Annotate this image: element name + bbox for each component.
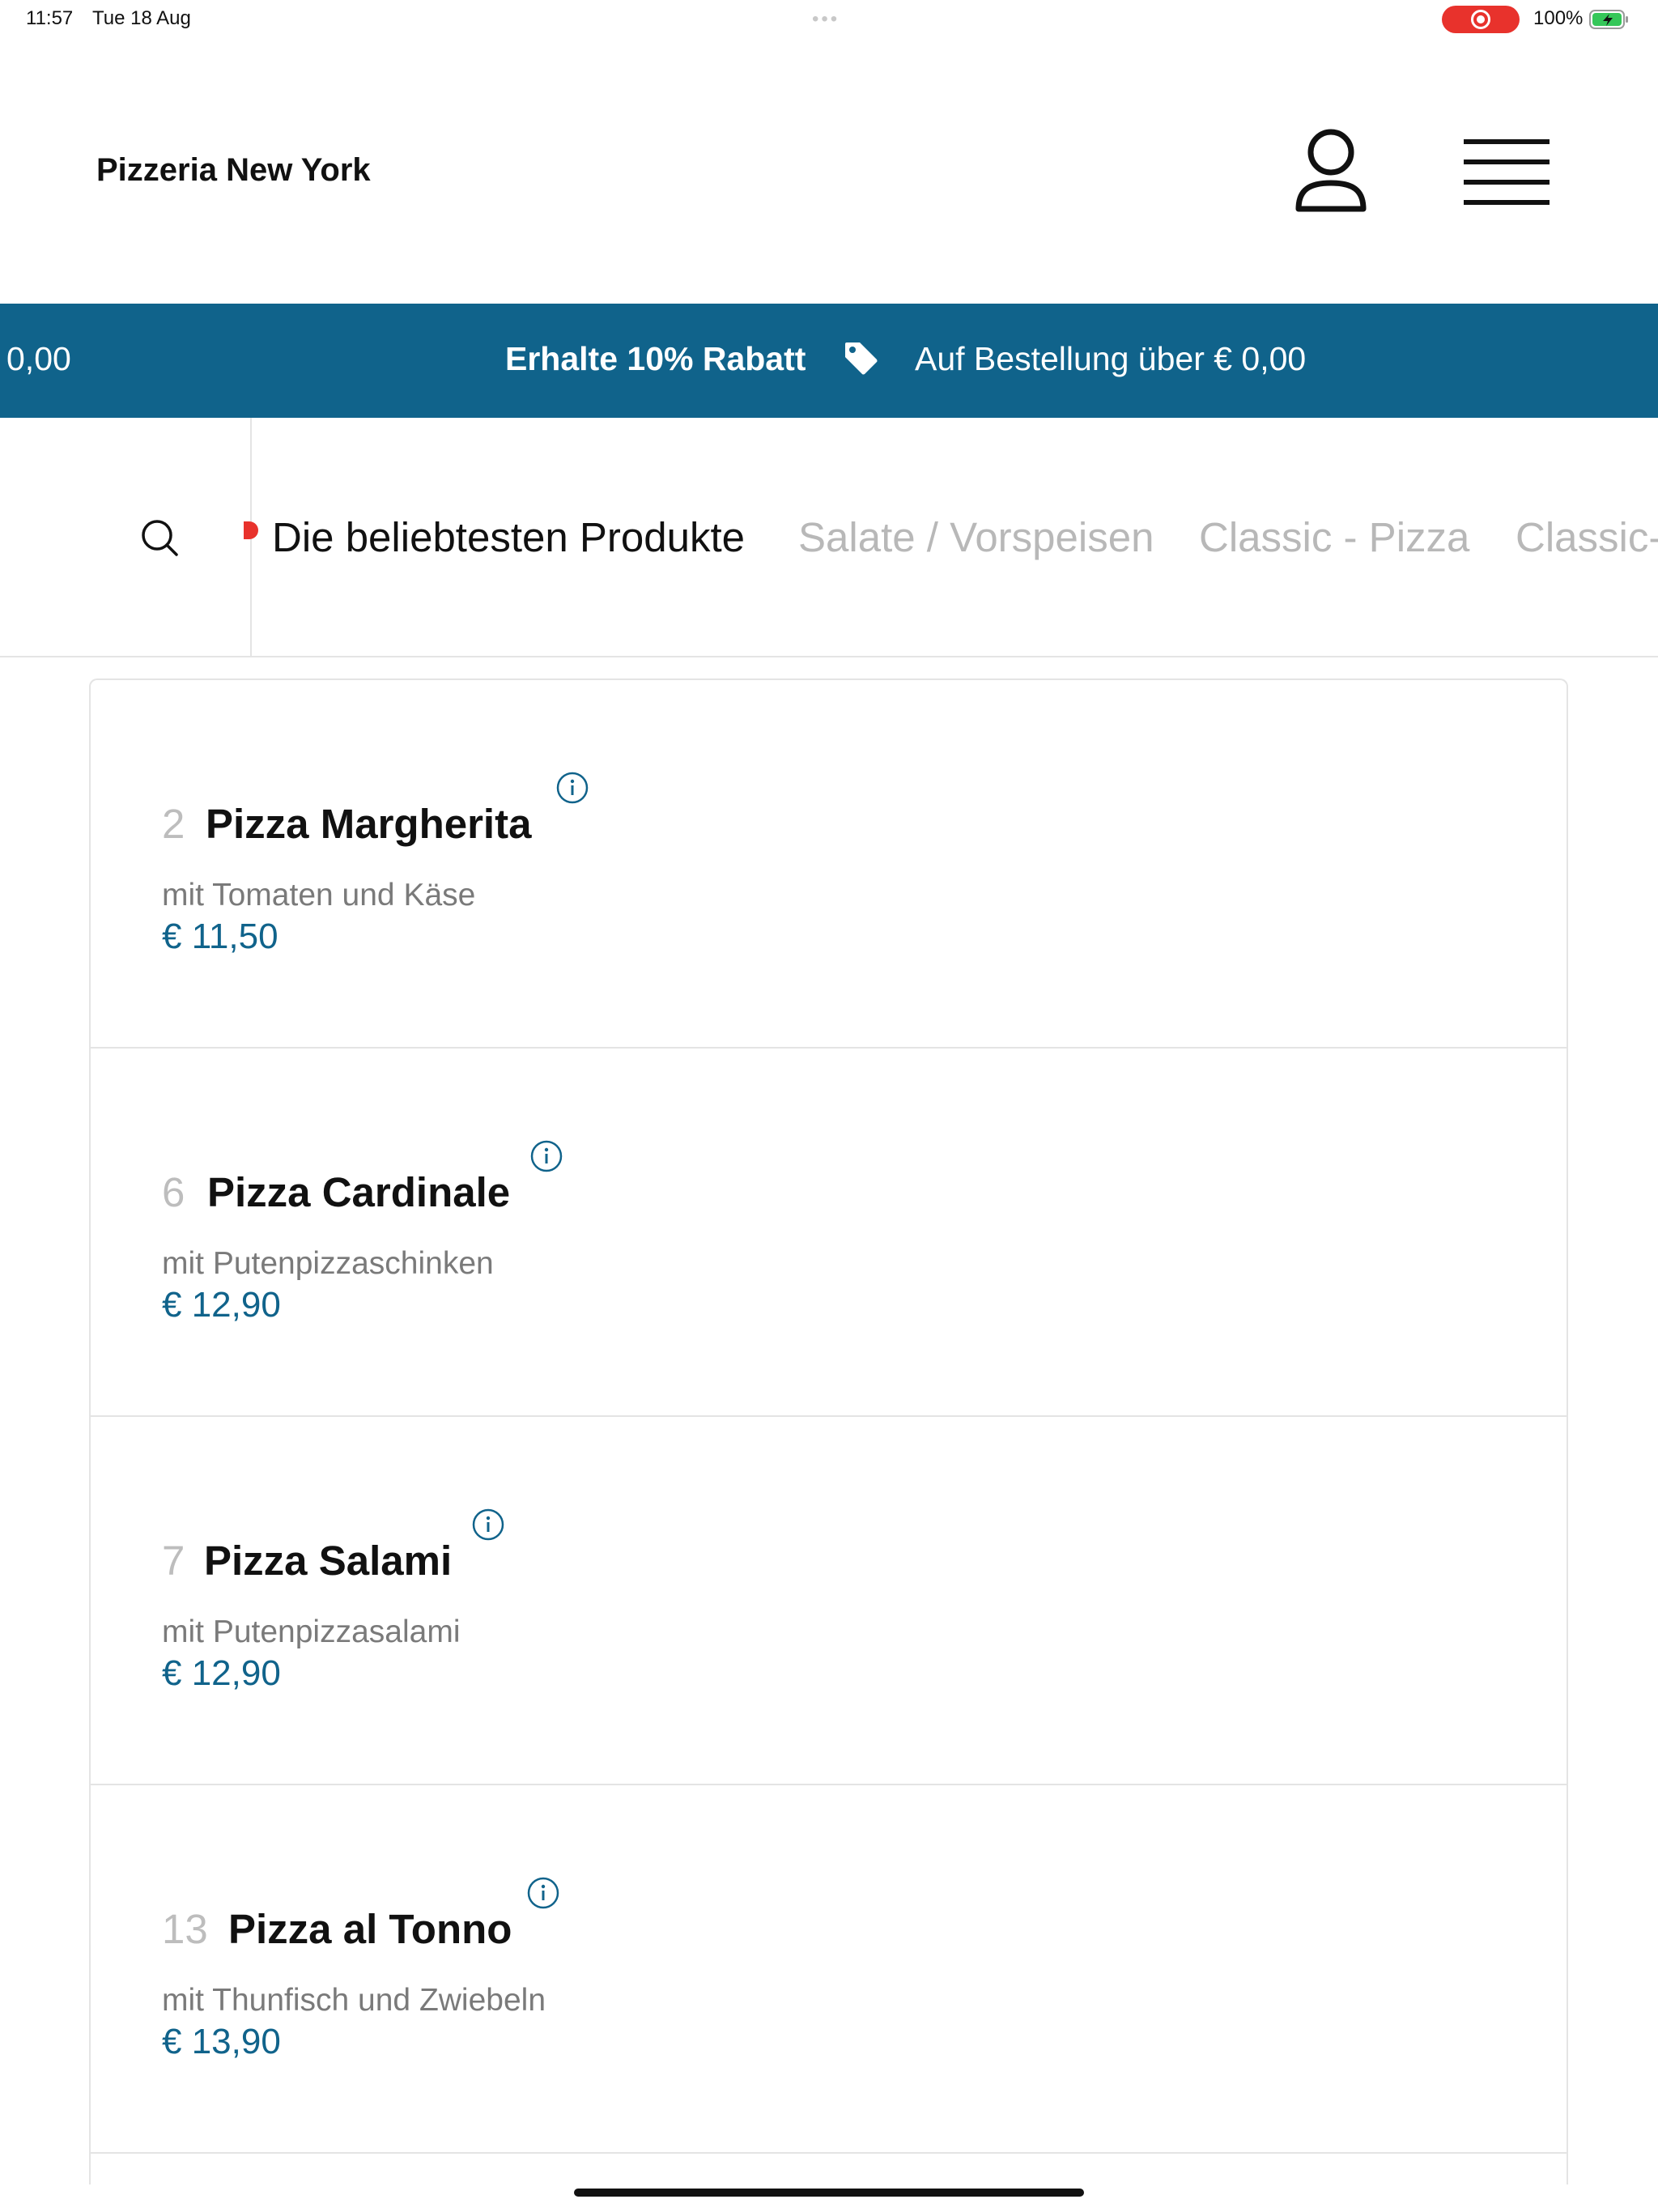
product-name: Pizza Cardinale [207,1169,511,1215]
user-icon[interactable] [1294,128,1368,217]
product-number: 13 [162,1906,208,1952]
search-button[interactable] [0,418,252,656]
search-icon[interactable] [140,518,181,559]
screen-recording-indicator[interactable] [1442,6,1520,33]
product-name: Pizza al Tonno [228,1906,512,1952]
status-time: 11:57 [26,7,74,29]
product-price: € 13,90 [162,2022,281,2061]
app-header: Pizzeria New York [0,89,1658,251]
battery-percentage: 100% [1533,7,1584,29]
product-description: mit Tomaten und Käse [162,878,476,912]
info-icon[interactable] [555,771,589,805]
tab-popular-products[interactable]: Die beliebtesten Produkte [272,513,745,561]
product-price: € 12,90 [162,1285,281,1325]
info-icon[interactable] [526,1876,560,1910]
product-price: € 11,50 [162,917,278,956]
product-number: 7 [162,1538,185,1584]
status-date: Tue 18 Aug [92,7,191,29]
tab-classic-more[interactable]: Classic- [1516,513,1658,561]
product-number: 2 [162,801,185,847]
product-name: Pizza Salami [204,1538,453,1584]
product-list: 2 Pizza Margherita mit Tomaten und Käse … [89,678,1568,2184]
category-indicator-dot [244,521,258,539]
status-bar: 11:57 Tue 18 Aug ••• 100% [0,0,1658,39]
restaurant-name[interactable]: Pizzeria New York [96,152,371,189]
promo-banner: 0,00 Erhalte 10% Rabatt Auf Bestellung ü… [0,304,1658,418]
product-item[interactable]: 2 Pizza Margherita mit Tomaten und Käse … [91,680,1567,1049]
product-item[interactable]: 6 Pizza Cardinale mit Putenpizzaschinken… [91,1049,1567,1417]
info-icon[interactable] [471,1508,505,1542]
promo-text-partial: 0,00 [6,340,71,377]
promo-headline: Erhalte 10% Rabatt [505,340,806,377]
product-price: € 12,90 [162,1653,281,1693]
category-bar: Die beliebtesten Produkte Salate / Vorsp… [0,418,1658,657]
product-description: mit Putenpizzaschinken [162,1246,494,1281]
product-item[interactable]: 13 Pizza al Tonno mit Thunfisch und Zwie… [91,1785,1567,2154]
product-description: mit Thunfisch und Zwiebeln [162,1983,546,2018]
info-icon[interactable] [529,1139,563,1173]
hamburger-menu-icon[interactable] [1464,138,1550,207]
promo-condition: Auf Bestellung über € 0,00 [915,340,1307,377]
battery-charging-icon [1589,10,1628,29]
product-item[interactable]: 7 Pizza Salami mit Putenpizzasalami € 12… [91,1417,1567,1785]
tab-classic-pizza[interactable]: Classic - Pizza [1199,513,1469,561]
price-tag-icon [845,342,878,375]
multitasking-dots-icon[interactable]: ••• [812,8,840,31]
home-indicator[interactable] [574,2189,1084,2197]
tab-salads-starters[interactable]: Salate / Vorspeisen [798,513,1154,561]
record-dot [1477,15,1485,23]
product-description: mit Putenpizzasalami [162,1614,461,1649]
product-number: 6 [162,1169,185,1215]
product-name: Pizza Margherita [206,801,532,847]
